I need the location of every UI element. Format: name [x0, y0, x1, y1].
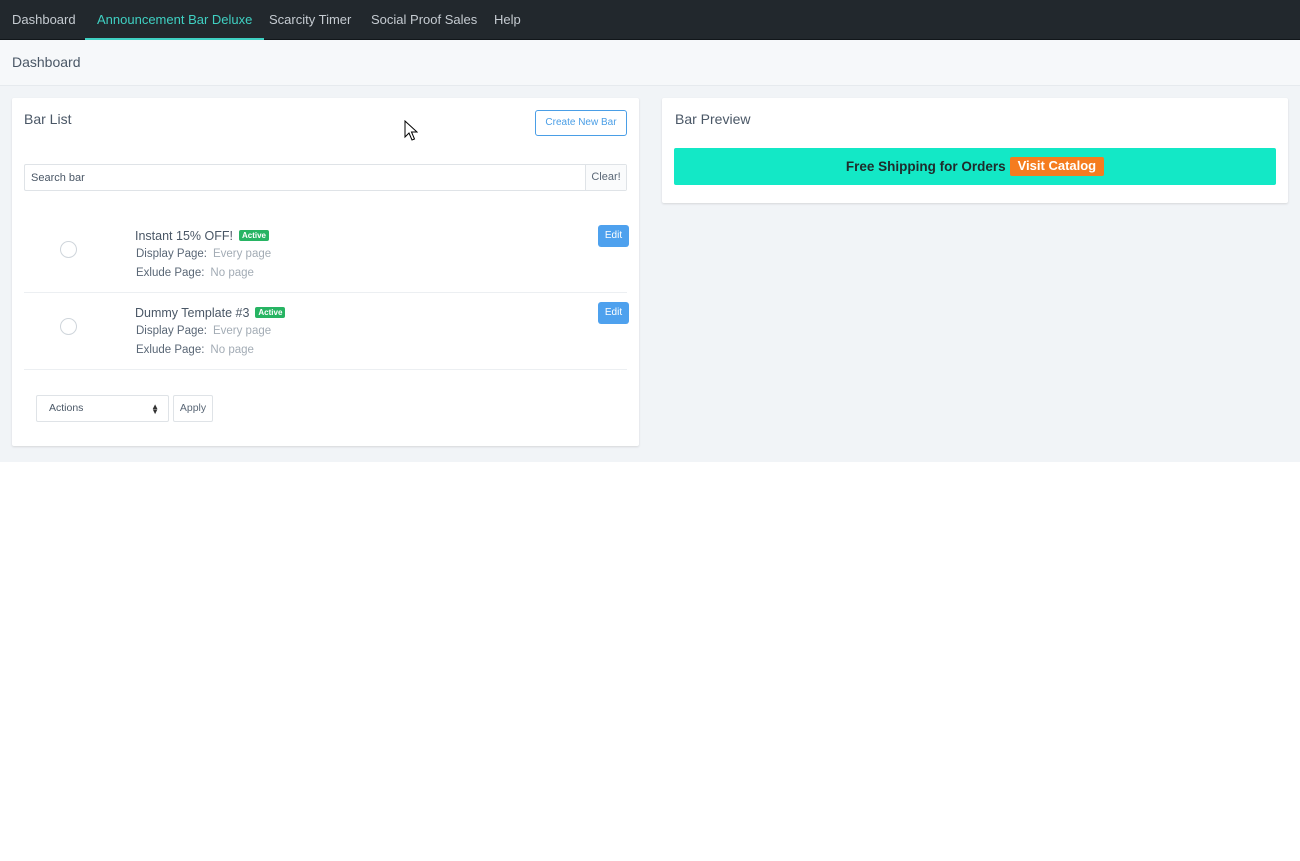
actions-select-value: Actions [49, 402, 84, 414]
exclude-page-value: No page [210, 344, 254, 356]
exclude-page-value: No page [210, 267, 254, 279]
nav-item-dashboard[interactable]: Dashboard [12, 0, 76, 40]
display-page-label: Display Page: [136, 325, 207, 337]
exclude-page-info: Exlude Page: No page [136, 344, 254, 356]
mouse-cursor-icon [404, 120, 418, 141]
top-nav: Dashboard Announcement Bar Deluxe Scarci… [0, 0, 1300, 40]
bar-preview-card: Bar Preview Free Shipping for Orders Visi… [662, 98, 1288, 203]
create-new-bar-button[interactable]: Create New Bar [535, 110, 627, 136]
bar-name: Instant 15% OFF! Active [135, 229, 269, 243]
nav-item-scarcity-timer[interactable]: Scarcity Timer [269, 0, 351, 40]
select-caret-icon: ▲ ▼ [151, 402, 159, 416]
exclude-page-label: Exlude Page: [136, 344, 205, 356]
bar-select-radio[interactable] [60, 318, 77, 335]
preview-message: Free Shipping for Orders [845, 159, 1006, 174]
exclude-page-info: Exlude Page: No page [136, 267, 254, 279]
status-badge: Active [238, 230, 269, 241]
edit-button[interactable]: Edit [598, 225, 629, 247]
search-group: Clear! [24, 164, 627, 191]
bar-list-item: Instant 15% OFF! Active Display Page: Ever… [24, 216, 629, 293]
bar-select-radio[interactable] [60, 241, 77, 258]
bar-list-card: Bar List Create New Bar Clear! Instant 1… [12, 98, 639, 446]
bar-list-title: Bar List [24, 111, 72, 127]
display-page-info: Display Page: Every page [136, 325, 271, 337]
apply-button[interactable]: Apply [173, 395, 213, 422]
bar-name-text: Dummy Template #3 [135, 306, 250, 320]
page-area: Dashboard Bar List Create New Bar Clear!… [0, 40, 1300, 462]
nav-item-help[interactable]: Help [494, 0, 521, 40]
bar-preview-title: Bar Preview [675, 111, 751, 127]
page-header: Dashboard [0, 40, 1300, 86]
edit-button[interactable]: Edit [598, 302, 629, 324]
display-page-info: Display Page: Every page [136, 248, 271, 260]
preview-cta-button[interactable]: Visit Catalog [1009, 157, 1105, 176]
bar-list-item: Dummy Template #3 Active Display Page: Eve… [24, 293, 629, 370]
display-page-value: Every page [212, 325, 272, 337]
page-title: Dashboard [12, 54, 81, 70]
search-input[interactable] [25, 165, 586, 190]
bar-name-text: Instant 15% OFF! [135, 229, 233, 243]
nav-item-announcement-bar-deluxe[interactable]: Announcement Bar Deluxe [84, 0, 265, 40]
announcement-bar-preview: Free Shipping for Orders Visit Catalog [674, 148, 1276, 185]
actions-select[interactable]: Actions ▲ ▼ [36, 395, 169, 422]
display-page-label: Display Page: [136, 248, 207, 260]
exclude-page-label: Exlude Page: [136, 267, 205, 279]
nav-item-social-proof-sales[interactable]: Social Proof Sales [371, 0, 477, 40]
bar-name: Dummy Template #3 Active [135, 306, 286, 320]
clear-button[interactable]: Clear! [585, 165, 626, 190]
display-page-value: Every page [212, 248, 272, 260]
status-badge: Active [255, 307, 286, 318]
